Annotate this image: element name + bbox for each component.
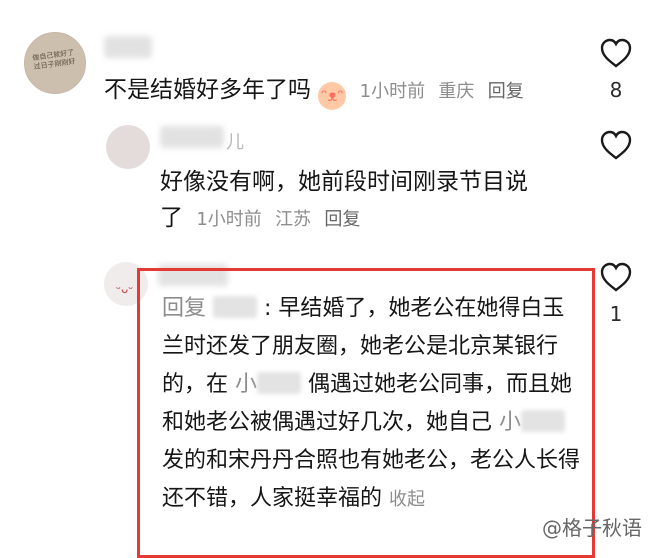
reply-prefix: 回复 — [162, 296, 207, 321]
comment2-text-line2: 了 — [160, 205, 183, 231]
like-heart-icon[interactable] — [600, 38, 632, 68]
like-heart-icon[interactable] — [600, 262, 632, 292]
comment1-time: 1小时前 — [359, 81, 426, 102]
comment2-username-suffix: 儿 — [226, 132, 244, 153]
comment1-reply-button[interactable]: 回复 — [488, 81, 524, 102]
comment3-like-count: 1 — [609, 302, 623, 326]
avatar-face-icon: ᵕᴗᵕ — [116, 282, 134, 296]
avatar-note-text: 做自己就好了 过日子刚刚好 — [31, 48, 76, 72]
comment1-text: 不是结婚好多年了吗 — [104, 77, 311, 103]
comment1-like-count: 8 — [609, 78, 623, 102]
like-heart-icon[interactable] — [600, 130, 632, 160]
collapse-button[interactable]: 收起 — [389, 489, 425, 510]
comment2-username-blurred[interactable] — [160, 126, 224, 148]
comment2-row2: 了 1小时前 江苏 回复 — [160, 204, 360, 234]
comment2-time: 1小时前 — [196, 209, 262, 230]
comment2-reply-button[interactable]: 回复 — [324, 209, 360, 230]
reply-body-part3: 发的和宋丹丹合照也有她老公，老公人长得还不错，人家挺幸福的 — [162, 448, 581, 511]
comment2-text-line1: 好像没有啊，她前段时间刚录节目说 — [160, 169, 528, 195]
comment3-reply-text: 回复 : 早结婚了，她老公在她得白玉兰时还发了朋友圈，她老公是北京某银行的，在 … — [162, 290, 582, 519]
comment1-location: 重庆 — [438, 81, 475, 102]
blurred-place — [257, 372, 302, 394]
comment1-username-blurred[interactable] — [104, 36, 152, 58]
blurred-app — [521, 410, 566, 432]
mentioned-username-blurred[interactable] — [213, 296, 258, 318]
comment1-avatar[interactable]: 做自己就好了 过日子刚刚好 — [24, 32, 86, 94]
weibo-watermark: @格子秋语 — [542, 516, 642, 540]
comment2-avatar[interactable] — [106, 125, 150, 169]
comment1-row: 不是结婚好多年了吗 ᵔᴥᵔ 1小时前 重庆 回复 — [104, 76, 524, 110]
masked-place-char: 小 — [235, 372, 258, 397]
peach-emoji-icon: ᵔᴥᵔ — [318, 82, 347, 110]
masked-app-char: 小 — [499, 410, 522, 435]
comment2-location: 江苏 — [275, 209, 312, 230]
